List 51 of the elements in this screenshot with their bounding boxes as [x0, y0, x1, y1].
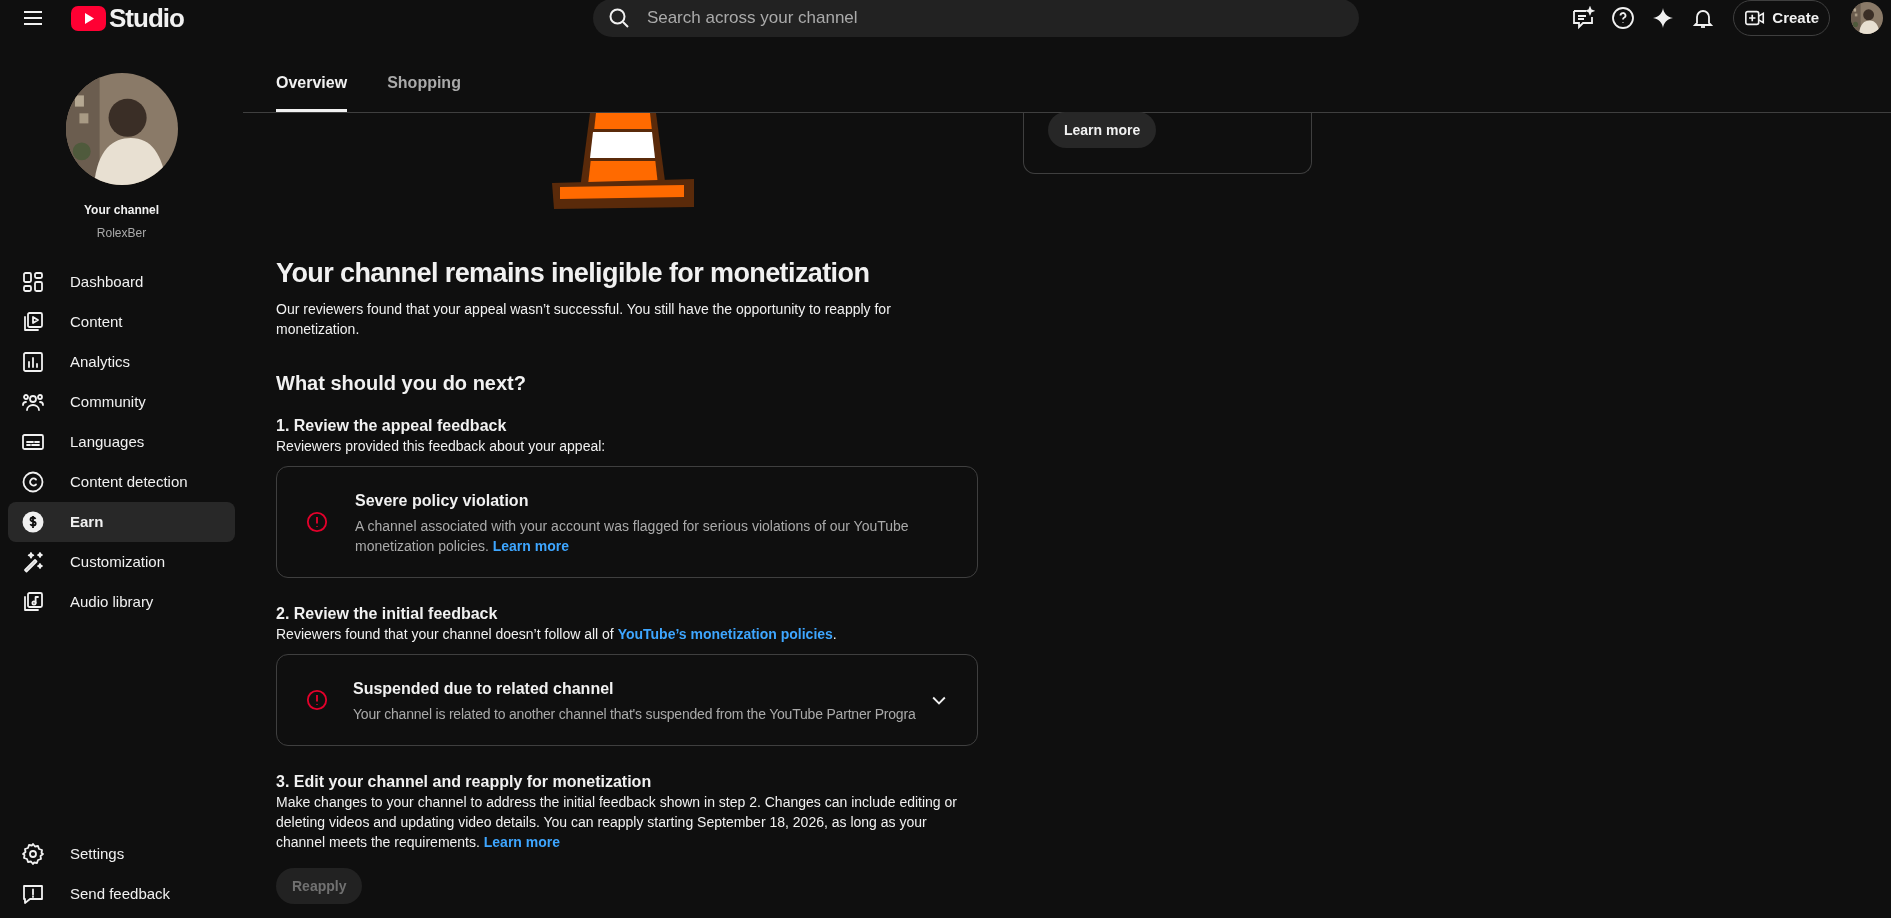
card-title: Suspended due to related channel [353, 678, 615, 699]
learn-link[interactable]: YouTube’s monetization policies [617, 626, 833, 642]
learn-link[interactable]: Learn more [492, 537, 569, 554]
nav-item[interactable]: Dashboard [8, 262, 235, 302]
step-text: Reviewers provided this feedback about your appeal: [276, 437, 607, 456]
nav-item[interactable]: Audio library [8, 582, 235, 622]
search-field[interactable]: Search across your channel [592, 0, 1359, 37]
channel-name: RolexBer [96, 225, 147, 242]
tab[interactable]: Overview [276, 71, 348, 112]
feedback-icon [21, 882, 45, 906]
nav-item[interactable]: Languages [8, 422, 235, 462]
learn-link[interactable]: Learn more [483, 834, 561, 850]
video-stack-icon [21, 310, 45, 334]
settings-icon [21, 842, 45, 866]
card-title: Severe policy violation [355, 490, 530, 511]
alert-icon [306, 689, 328, 711]
step-text: Reviewers found that your channel doesn’t follow all of YouTube’s monetization policies. [276, 625, 838, 644]
bar-chart-icon [21, 350, 45, 374]
feedback-card[interactable]: Suspended due to related channel Your channel is related to another channel that's suspended from the YouTube Partner Progra [276, 654, 978, 746]
intro-text: Our reviewers found that your appeal wasn’t successful. You still have the opportunity to reapply for monetization. [276, 300, 892, 339]
account-avatar [1851, 2, 1883, 34]
search-icon [606, 6, 631, 30]
step-heading: 1. Review the appeal feedback [276, 416, 508, 436]
nav-item[interactable]: Settings [8, 834, 235, 874]
help-icon[interactable] [1611, 6, 1636, 30]
logo-text: Studio [109, 5, 184, 31]
page-title: Your channel remains ineligible for monetization [276, 257, 871, 290]
card-text: Your channel is related to another channel that's suspended from the YouTube Partner Progra [353, 704, 917, 724]
nav-item[interactable]: Send feedback [8, 874, 235, 914]
alert-icon [306, 511, 328, 533]
learn-more-button[interactable]: Learn more [1048, 112, 1157, 148]
nav-item[interactable]: Analytics [8, 342, 235, 382]
nav-item[interactable]: Earn [8, 502, 235, 542]
step-text: Make changes to your channel to address the initial feedback shown in step 2. Changes can include editing or deleting videos and updating video details. You can reapply starting September 18, 2026, as long as your channel meets the requirements. Learn more [276, 793, 958, 852]
magic-wand-icon [21, 550, 45, 574]
section-title: What should you do next? [276, 371, 527, 396]
nav-item[interactable]: Content detection [8, 462, 235, 502]
play-logo-icon [71, 5, 106, 31]
channel-title: Your channel [83, 202, 160, 219]
dollar-icon [21, 510, 45, 534]
music-library-icon [21, 590, 45, 614]
chat-sparkle-icon[interactable] [1571, 6, 1596, 30]
nav-item[interactable]: Content [8, 302, 235, 342]
step-heading: 3. Edit your channel and reapply for monetization [276, 772, 653, 792]
copyright-icon [21, 470, 45, 494]
dashboard-icon [21, 270, 45, 294]
step-heading: 2. Review the initial feedback [276, 604, 499, 624]
nav-item[interactable]: Customization [8, 542, 235, 582]
tab[interactable]: Shopping [387, 71, 461, 112]
nav-item[interactable]: Community [8, 382, 235, 422]
card-text: A channel associated with your account was flagged for serious violations of our YouTube monetization policies. Learn more [355, 516, 910, 556]
